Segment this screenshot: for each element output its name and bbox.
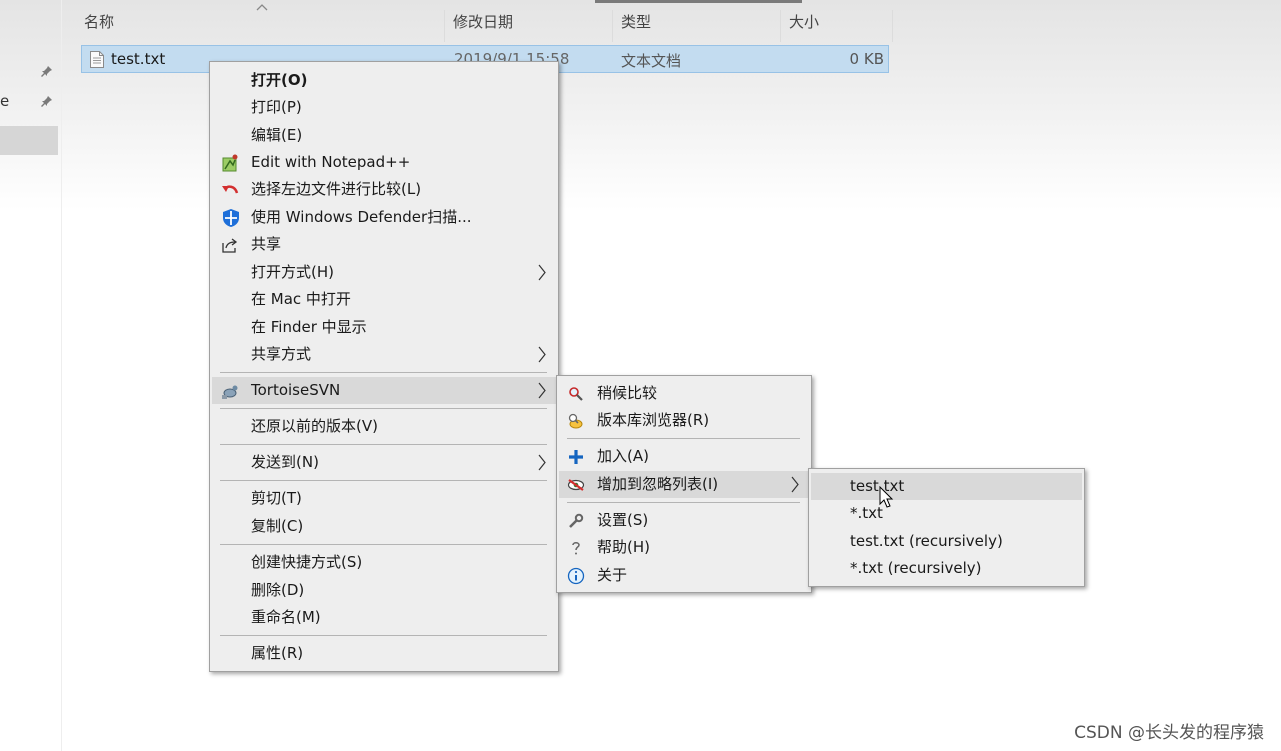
menu-item-edit[interactable]: 编辑(E)	[210, 122, 558, 149]
column-header-date[interactable]: 修改日期	[453, 4, 513, 42]
menu-item-edit-notepadpp[interactable]: Edit with Notepad++	[210, 149, 558, 176]
file-size: 0 KB	[849, 50, 884, 68]
watermark: CSDN @长头发的程序猿	[1074, 723, 1264, 743]
context-menu: 打开(O) 打印(P) 编辑(E) Edit with Notepad++ 选择…	[209, 61, 559, 672]
menu-item-compare-left[interactable]: 选择左边文件进行比较(L)	[210, 176, 558, 203]
menu-item-ignore-all-txt[interactable]: *.txt	[809, 500, 1084, 527]
help-question-icon	[572, 542, 580, 555]
wrench-icon	[569, 513, 584, 528]
menu-item-repo-browser[interactable]: 版本库浏览器(R)	[557, 407, 811, 434]
notepadpp-icon	[222, 154, 238, 172]
column-divider[interactable]	[444, 10, 445, 42]
menu-item-diff-later[interactable]: 稍候比较	[557, 380, 811, 407]
menu-item-ignore-test-txt-recursively[interactable]: test.txt (recursively)	[809, 528, 1084, 555]
menu-item-rename[interactable]: 重命名(M)	[210, 604, 558, 631]
menu-item-open-with[interactable]: 打开方式(H)	[210, 259, 558, 286]
pin-icon[interactable]	[41, 95, 53, 107]
text-file-icon	[90, 51, 104, 68]
undo-arrow-icon	[222, 185, 239, 194]
menu-item-about[interactable]: 关于	[557, 562, 811, 589]
nav-item-selected[interactable]	[0, 126, 58, 155]
chevron-right-icon	[538, 454, 546, 471]
ignore-eye-icon	[567, 479, 585, 491]
tortoisesvn-icon	[222, 385, 238, 399]
repository-browser-icon	[568, 413, 583, 429]
chevron-right-icon	[538, 346, 546, 363]
horizontal-scrollbar[interactable]	[595, 0, 802, 3]
file-name: test.txt	[111, 50, 166, 68]
sort-ascending-icon	[256, 4, 268, 11]
chevron-right-icon	[791, 476, 799, 493]
chevron-right-icon	[538, 382, 546, 399]
menu-separator	[220, 544, 547, 545]
menu-item-add[interactable]: 加入(A)	[557, 443, 811, 470]
menu-item-restore-previous[interactable]: 还原以前的版本(V)	[210, 413, 558, 440]
menu-separator	[220, 635, 547, 636]
menu-item-send-to[interactable]: 发送到(N)	[210, 449, 558, 476]
menu-separator	[567, 502, 800, 503]
menu-item-create-shortcut[interactable]: 创建快捷方式(S)	[210, 549, 558, 576]
menu-item-open[interactable]: 打开(O)	[210, 67, 558, 94]
tortoisesvn-submenu: 稍候比较 版本库浏览器(R) 加入(A) 增加到忽略列表(I) 设置(S) 帮助…	[556, 375, 812, 593]
menu-item-show-in-finder[interactable]: 在 Finder 中显示	[210, 314, 558, 341]
menu-separator	[220, 408, 547, 409]
column-header-type[interactable]: 类型	[621, 4, 651, 42]
info-icon	[567, 567, 585, 585]
column-header-size[interactable]: 大小	[789, 4, 819, 42]
menu-item-share-via[interactable]: 共享方式	[210, 341, 558, 368]
column-divider[interactable]	[780, 10, 781, 42]
menu-item-ignore-test-txt[interactable]: test.txt	[811, 473, 1082, 500]
menu-item-add-to-ignore[interactable]: 增加到忽略列表(I)	[559, 471, 809, 498]
windows-defender-icon	[223, 209, 239, 227]
menu-item-cut[interactable]: 剪切(T)	[210, 485, 558, 512]
menu-item-settings[interactable]: 设置(S)	[557, 507, 811, 534]
column-divider[interactable]	[892, 10, 893, 42]
menu-item-copy[interactable]: 复制(C)	[210, 513, 558, 540]
column-header-bar: 名称 修改日期 类型 大小	[62, 4, 1281, 42]
column-header-name[interactable]: 名称	[84, 4, 114, 42]
menu-item-defender-scan[interactable]: 使用 Windows Defender扫描...	[210, 204, 558, 231]
ignore-list-submenu: test.txt *.txt test.txt (recursively) *.…	[808, 468, 1085, 587]
menu-item-share[interactable]: 共享	[210, 231, 558, 258]
column-divider[interactable]	[612, 10, 613, 42]
plus-icon	[569, 450, 583, 464]
menu-item-ignore-all-txt-recursively[interactable]: *.txt (recursively)	[809, 555, 1084, 582]
menu-separator	[220, 480, 547, 481]
menu-separator	[220, 372, 547, 373]
navigation-pane: e	[0, 0, 62, 751]
menu-separator	[567, 438, 800, 439]
file-type: 文本文档	[621, 52, 682, 70]
menu-separator	[220, 444, 547, 445]
menu-item-print[interactable]: 打印(P)	[210, 94, 558, 121]
mouse-pointer-icon	[879, 486, 894, 508]
nav-item-label[interactable]: e	[0, 92, 9, 110]
magnifier-icon	[569, 387, 583, 401]
share-icon	[222, 238, 238, 253]
menu-item-help[interactable]: 帮助(H)	[557, 534, 811, 561]
menu-item-tortoisesvn[interactable]: TortoiseSVN	[212, 377, 556, 404]
menu-item-properties[interactable]: 属性(R)	[210, 640, 558, 667]
menu-item-delete[interactable]: 删除(D)	[210, 577, 558, 604]
pin-icon[interactable]	[41, 65, 53, 77]
menu-item-open-in-mac[interactable]: 在 Mac 中打开	[210, 286, 558, 313]
chevron-right-icon	[538, 264, 546, 281]
